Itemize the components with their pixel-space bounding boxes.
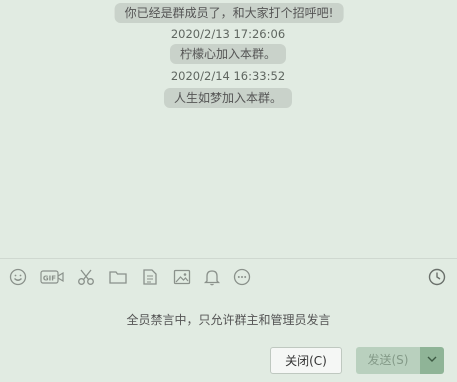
timestamp: 2020/2/13 17:26:06 — [170, 27, 286, 41]
system-message: 人生如梦加入本群。 — [163, 88, 293, 108]
close-button[interactable]: 关闭(C) — [270, 347, 342, 374]
document-icon[interactable] — [140, 267, 160, 287]
svg-text:GIF: GIF — [43, 274, 56, 282]
timestamp: 2020/2/14 16:33:52 — [170, 69, 286, 83]
bell-icon[interactable] — [202, 267, 222, 287]
system-message: 柠檬心加入本群。 — [169, 44, 287, 64]
emoji-icon[interactable] — [8, 267, 28, 287]
history-clock-icon[interactable] — [427, 267, 447, 287]
chat-toolbar: GIF — [0, 264, 457, 290]
send-options-button[interactable] — [420, 347, 444, 374]
chevron-down-icon — [427, 356, 437, 362]
image-icon[interactable] — [172, 267, 192, 287]
folder-icon[interactable] — [108, 267, 128, 287]
system-message: 你已经是群成员了，和大家打个招呼吧! — [114, 3, 344, 23]
scissors-icon[interactable] — [76, 267, 96, 287]
mute-notice: 全员禁言中，只允许群主和管理员发言 — [126, 313, 331, 327]
chat-message-area[interactable]: 你已经是群成员了，和大家打个招呼吧! 2020/2/13 17:26:06 柠檬… — [0, 0, 457, 258]
gif-icon[interactable]: GIF — [40, 267, 64, 287]
input-divider — [0, 258, 457, 259]
more-icon[interactable] — [232, 267, 252, 287]
send-button[interactable]: 发送(S) — [356, 347, 420, 374]
